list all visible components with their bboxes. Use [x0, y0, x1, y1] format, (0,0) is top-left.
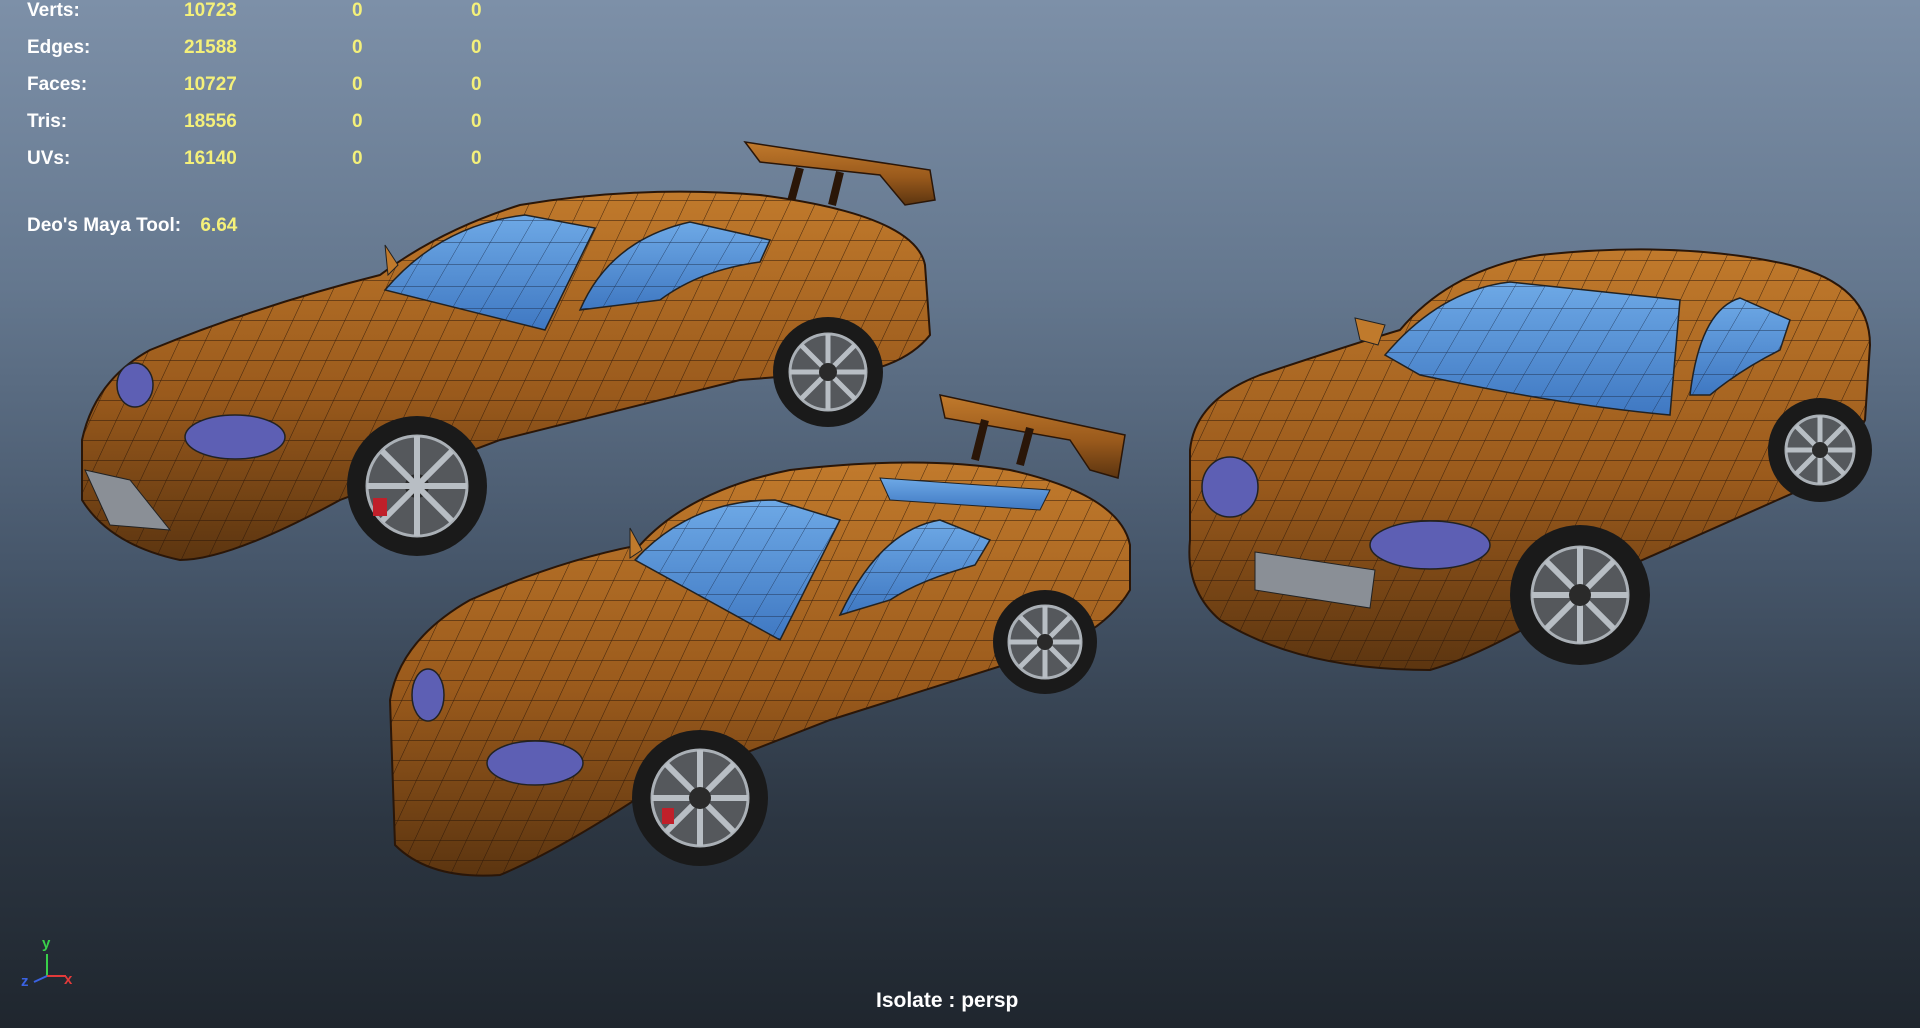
tool-version-readout: Deo's Maya Tool: 6.64 — [27, 215, 237, 237]
stats-label: Verts: — [27, 0, 80, 21]
axis-y-label: y — [42, 935, 51, 952]
stats-value-total: 16140 — [184, 148, 237, 169]
stats-value-selected: 0 — [352, 111, 363, 132]
stats-value-selected: 0 — [352, 0, 363, 21]
axis-z-label: z — [21, 973, 29, 990]
stats-label: Faces: — [27, 74, 88, 95]
stats-value-selected: 0 — [352, 148, 363, 169]
stats-value-component: 0 — [471, 74, 482, 95]
stats-label: Tris: — [27, 111, 68, 132]
stats-value-total: 10727 — [184, 74, 237, 95]
stats-value-component: 0 — [471, 148, 482, 169]
perspective-viewport[interactable]: Verts: 10723 0 0 Edges: 21588 0 0 Faces:… — [0, 0, 1920, 1028]
tool-version-value: 6.64 — [200, 215, 238, 236]
stats-value-total: 10723 — [184, 0, 237, 21]
stats-value-total: 21588 — [184, 37, 237, 58]
stats-label: Edges: — [27, 37, 91, 58]
camera-isolate-label: Isolate : persp — [876, 989, 1019, 1012]
axis-x-label: x — [64, 971, 73, 988]
axis-gizmo-icon: y x z — [21, 935, 73, 990]
car-model-3[interactable] — [1188, 248, 1872, 672]
car-model-2[interactable] — [388, 394, 1131, 877]
stats-value-component: 0 — [471, 37, 482, 58]
stats-label: UVs: — [27, 148, 71, 169]
stats-value-component: 0 — [471, 111, 482, 132]
stats-value-total: 18556 — [184, 111, 237, 132]
scene-models — [81, 140, 1872, 877]
stats-value-selected: 0 — [352, 37, 363, 58]
stats-value-component: 0 — [471, 0, 482, 21]
stats-value-selected: 0 — [352, 74, 363, 95]
tool-label: Deo's Maya Tool: — [27, 215, 182, 236]
